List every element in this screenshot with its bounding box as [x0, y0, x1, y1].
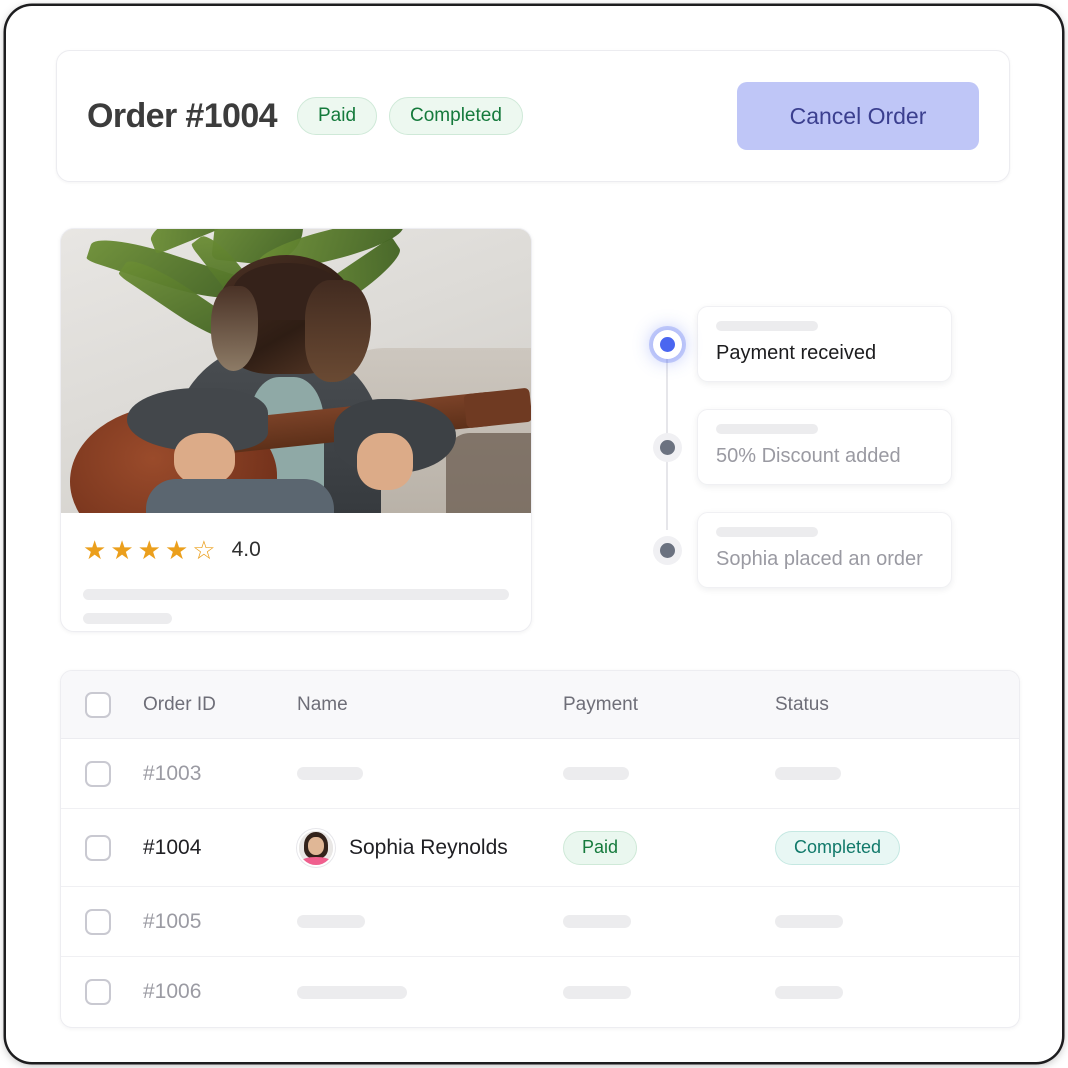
rating-row: ★ ★ ★ ★ ☆ 4.0 — [83, 537, 509, 563]
order-header-card: Order #1004 Paid Completed Cancel Order — [56, 50, 1010, 182]
rating-value: 4.0 — [231, 538, 261, 561]
column-header-order-id[interactable]: Order ID — [111, 694, 297, 716]
payment-placeholder — [563, 767, 629, 780]
table-row[interactable]: #1005 — [61, 887, 1019, 957]
timeline-card-2: 50% Discount added — [697, 409, 952, 485]
star-icon-5: ☆ — [192, 535, 216, 565]
star-icon-1: ★ — [83, 535, 107, 565]
payment-badge-paid: Paid — [563, 830, 638, 865]
cell-order-id-1005: #1005 — [143, 909, 202, 933]
cell-name-1005 — [297, 915, 563, 928]
timeline-card-3: Sophia placed an order — [697, 512, 952, 588]
status-badge-completed: Completed — [389, 97, 523, 135]
row-checkbox-1006[interactable] — [85, 979, 111, 1005]
name-placeholder — [297, 915, 365, 928]
star-icon-2: ★ — [110, 535, 134, 565]
column-header-status[interactable]: Status — [775, 694, 985, 716]
cell-name-1006 — [297, 985, 563, 999]
table-header-row: Order ID Name Payment Status — [61, 671, 1019, 739]
cancel-order-button[interactable]: Cancel Order — [737, 82, 979, 150]
status-placeholder — [775, 915, 843, 928]
timeline-dot-wrapper-2 — [652, 432, 682, 462]
photo-person-hand-left — [173, 433, 235, 485]
photo-person-legs — [145, 478, 334, 513]
cell-status-1005 — [775, 915, 985, 928]
timeline-label-3: Sophia placed an order — [716, 548, 923, 570]
name-placeholder — [297, 985, 407, 999]
product-image — [61, 229, 531, 513]
timeline-placeholder-3 — [716, 527, 818, 537]
orders-table: Order ID Name Payment Status #1003 #1004 — [60, 670, 1020, 1028]
customer-name: Sophia Reynolds — [349, 835, 508, 859]
cell-order-id-1004: #1004 — [143, 835, 202, 859]
timeline-item-discount-added[interactable]: 50% Discount added — [652, 409, 952, 485]
product-card: ★ ★ ★ ★ ☆ 4.0 — [60, 228, 532, 632]
row-checkbox-1003[interactable] — [85, 760, 111, 787]
name-placeholder — [297, 767, 363, 780]
cell-payment-1006 — [563, 985, 775, 999]
timeline-dot-wrapper-3 — [652, 535, 682, 565]
timeline-card-1: Payment received — [697, 306, 952, 382]
timeline-item-payment-received[interactable]: Payment received — [652, 306, 952, 382]
timeline-placeholder-2 — [716, 424, 818, 434]
cell-status-1006 — [775, 985, 985, 999]
column-header-name[interactable]: Name — [297, 694, 563, 716]
header-badge-group: Paid Completed — [296, 97, 523, 135]
activity-timeline: Payment received 50% Discount added Soph… — [652, 306, 952, 615]
photo-person-hand-right — [357, 433, 414, 491]
timeline-label-2: 50% Discount added — [716, 445, 901, 467]
photo-guitar-headstock — [463, 387, 531, 429]
cell-payment-1005 — [563, 915, 775, 928]
photo-furniture — [446, 433, 531, 513]
cell-payment-1004: Paid — [563, 830, 775, 865]
cell-payment-1003 — [563, 767, 775, 780]
table-row[interactable]: #1004 Sophia Reynolds Paid Completed — [61, 809, 1019, 887]
row-checkbox-1005[interactable] — [85, 908, 111, 935]
timeline-dot-icon-active — [659, 336, 675, 352]
timeline-dot-icon-3 — [659, 542, 675, 558]
product-meta: ★ ★ ★ ★ ☆ 4.0 — [61, 513, 531, 624]
timeline-placeholder-1 — [716, 321, 818, 331]
timeline-dot-icon-2 — [659, 439, 675, 455]
app-window: Order #1004 Paid Completed Cancel Order — [6, 6, 1062, 1062]
payment-placeholder — [563, 915, 631, 928]
cell-status-1003 — [775, 767, 985, 780]
product-description-placeholder-2 — [83, 613, 173, 624]
cell-status-1004: Completed — [775, 830, 985, 865]
cell-name-1003 — [297, 767, 563, 780]
column-header-payment[interactable]: Payment — [563, 694, 775, 716]
timeline-dot-wrapper-1 — [652, 329, 682, 359]
avatar — [297, 828, 335, 867]
cell-order-id-1003: #1003 — [143, 761, 202, 785]
table-row[interactable]: #1003 — [61, 739, 1019, 809]
timeline-item-order-placed[interactable]: Sophia placed an order — [652, 512, 952, 588]
row-checkbox-1004[interactable] — [85, 834, 111, 861]
cell-order-id-1006: #1006 — [143, 980, 202, 1003]
status-badge-completed-row: Completed — [775, 830, 901, 865]
star-icon-3: ★ — [137, 535, 161, 565]
timeline-label-1: Payment received — [716, 342, 877, 364]
product-description-placeholder-1 — [83, 589, 509, 600]
page-title: Order #1004 — [87, 96, 278, 135]
status-placeholder — [775, 985, 843, 999]
star-icon-4: ★ — [164, 535, 189, 565]
payment-placeholder — [563, 985, 631, 999]
status-badge-paid: Paid — [296, 97, 378, 135]
cell-name-1004: Sophia Reynolds — [297, 828, 563, 867]
table-row[interactable]: #1006 — [61, 957, 1019, 1027]
status-placeholder — [775, 767, 841, 780]
select-all-checkbox[interactable] — [85, 691, 111, 718]
